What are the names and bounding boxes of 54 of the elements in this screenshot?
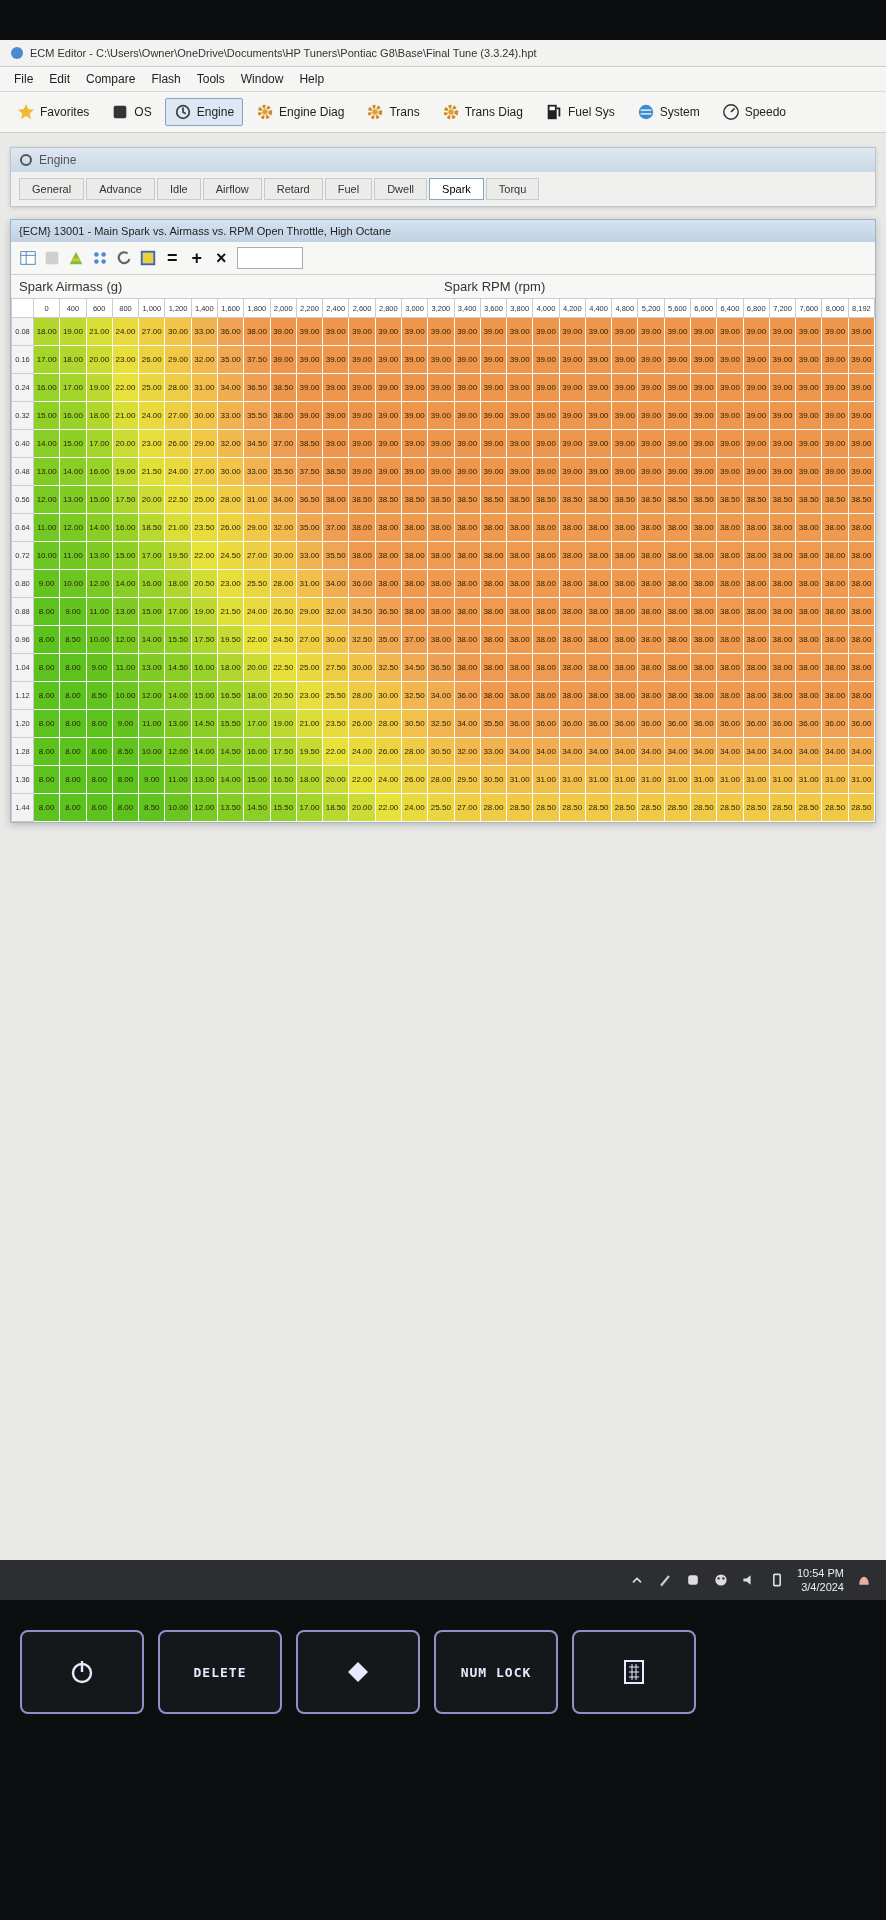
toolbar-button[interactable]: Engine [164,98,244,126]
keyboard-key[interactable] [572,1630,696,1714]
clock[interactable]: 10:54 PM 3/4/2024 [796,1566,844,1594]
engine-icon [173,103,192,121]
window-title: ECM Editor - C:\Users\Owner\OneDrive\Documents\HP Tuners\Pontiac G8\Base\Final Tune (3.3.24).hpt [30,47,537,59]
menu-item[interactable]: Compare [80,70,142,88]
toolbar-button[interactable]: Speedo [712,98,796,126]
globe-icon [636,103,655,121]
keyboard-key[interactable]: DELETE [158,1630,282,1714]
toolbar-button[interactable]: Favorites [8,98,99,126]
tab[interactable]: Torqu [485,178,540,200]
operator-button[interactable]: = [163,247,182,269]
undo-icon[interactable] [115,249,133,267]
tab[interactable]: Dwell [374,178,428,200]
keyboard-key[interactable] [20,1630,144,1714]
menu-item[interactable]: Help [293,70,331,88]
toolbar-button[interactable]: Trans [357,98,429,126]
value-field[interactable] [236,247,303,269]
gear-icon [256,103,275,121]
panel-title: Engine [39,153,77,167]
menu-item[interactable]: Flash [145,70,187,88]
app-icon [10,46,24,60]
tab[interactable]: Fuel [324,178,373,200]
menu-item[interactable]: Window [234,70,290,88]
engine-icon [19,153,33,167]
keyboard-key[interactable]: NUM LOCK [434,1630,558,1714]
axis-label: Spark RPM (rpm) [444,279,546,294]
operator-button[interactable]: + [187,247,207,269]
toolbar-button[interactable]: OS [102,98,161,126]
keyboard-key[interactable] [296,1630,420,1714]
menu-item[interactable]: Tools [190,70,231,88]
menu-item[interactable]: File [8,70,40,88]
cell-select-icon[interactable] [139,249,157,267]
globe-icon[interactable] [712,1572,729,1588]
tab[interactable]: Advance [86,178,155,200]
table-icon[interactable] [19,249,37,267]
menu-item[interactable]: Edit [43,70,77,88]
operator-button[interactable]: × [212,247,231,269]
gauge-icon [721,103,740,121]
star-icon [17,103,35,121]
table-window-title: {ECM} 13001 - Main Spark vs. Airmass vs. RPM Open Throttle, High Octane [11,220,875,242]
toolbar-button[interactable]: Trans Diag [432,98,532,126]
gear-icon [441,103,460,121]
toolbar-button[interactable]: System [627,98,709,126]
axis-label: Spark Airmass (g) [19,279,123,294]
toolbar-button[interactable]: Engine Diag [247,98,354,126]
tab[interactable]: Spark [429,178,484,200]
dots-icon[interactable] [91,249,109,267]
tab[interactable]: Airflow [202,178,262,200]
tab[interactable]: Idle [156,178,201,200]
toolbar-button[interactable]: Fuel Sys [535,98,624,126]
tab[interactable]: General [19,178,85,200]
tab[interactable]: Retard [263,178,323,200]
gear-icon [366,103,385,121]
